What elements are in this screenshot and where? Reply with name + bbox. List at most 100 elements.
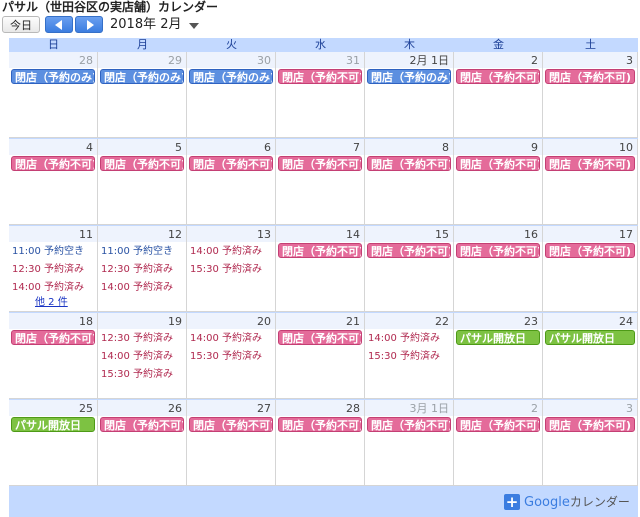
day-cell[interactable]: 3月 1日 閉店（予約不可) bbox=[365, 400, 454, 486]
event-chip[interactable]: パサル開放日 bbox=[545, 330, 635, 345]
day-cell[interactable]: 13 14:00 予約済み 15:30 予約済み bbox=[187, 226, 276, 312]
event-chip[interactable]: 閉店（予約のみ) bbox=[11, 69, 95, 84]
event-chip[interactable]: 閉店（予約不可) bbox=[278, 330, 362, 345]
more-events-link[interactable]: 他 2 件 bbox=[35, 296, 68, 309]
add-to-google-calendar[interactable]: + Googleカレンダー bbox=[504, 493, 632, 511]
day-number: 25 bbox=[79, 402, 93, 415]
event-title: 予約空き bbox=[133, 246, 174, 257]
prev-month-button[interactable] bbox=[45, 16, 73, 33]
day-cell[interactable]: 8 閉店（予約不可) bbox=[365, 139, 454, 225]
event-chip[interactable]: 閉店（予約不可) bbox=[367, 243, 451, 258]
day-cell[interactable]: 26 閉店（予約不可) bbox=[98, 400, 187, 486]
day-cell[interactable]: 29 閉店（予約のみ) bbox=[98, 52, 187, 138]
event-chip[interactable]: 閉店（予約不可) bbox=[11, 156, 95, 171]
event-chip[interactable]: 閉店（予約不可) bbox=[456, 69, 540, 84]
event-title: 予約済み bbox=[44, 282, 85, 293]
day-cell[interactable]: 5 閉店（予約不可) bbox=[98, 139, 187, 225]
event-chip[interactable]: 閉店（予約不可) bbox=[189, 156, 273, 171]
timed-event[interactable]: 12:30 予約済み bbox=[101, 332, 184, 345]
timed-event[interactable]: 11:00 予約空き bbox=[12, 245, 95, 258]
timed-event[interactable]: 14:00 予約済み bbox=[190, 332, 273, 345]
day-header-bar bbox=[454, 139, 542, 155]
day-number: 15 bbox=[435, 228, 449, 241]
day-cell[interactable]: 9 閉店（予約不可) bbox=[454, 139, 543, 225]
day-cell[interactable]: 6 閉店（予約不可) bbox=[187, 139, 276, 225]
day-cell[interactable]: 17 閉店（予約不可) bbox=[543, 226, 638, 312]
day-cell[interactable]: 18 閉店（予約不可) bbox=[9, 313, 98, 399]
event-chip[interactable]: 閉店（予約不可) bbox=[367, 417, 451, 432]
timed-event[interactable]: 15:30 予約済み bbox=[190, 350, 273, 363]
day-cell[interactable]: 27 閉店（予約不可) bbox=[187, 400, 276, 486]
day-number: 26 bbox=[168, 402, 182, 415]
event-time: 15:30 bbox=[190, 264, 219, 275]
timed-event[interactable]: 14:00 予約済み bbox=[368, 332, 451, 345]
event-chip[interactable]: 閉店（予約不可) bbox=[545, 69, 635, 84]
event-chip[interactable]: 閉店（予約不可) bbox=[278, 156, 362, 171]
timed-event[interactable]: 14:00 予約済み bbox=[190, 245, 273, 258]
event-chip[interactable]: 閉店（予約のみ) bbox=[100, 69, 184, 84]
timed-event[interactable]: 11:00 予約空き bbox=[101, 245, 184, 258]
timed-event[interactable]: 12:30 予約済み bbox=[101, 263, 184, 276]
timed-event[interactable]: 14:00 予約済み bbox=[12, 281, 95, 294]
day-cell[interactable]: 2 閉店（予約不可) bbox=[454, 400, 543, 486]
day-cell[interactable]: 15 閉店（予約不可) bbox=[365, 226, 454, 312]
event-chip[interactable]: 閉店（予約のみ) bbox=[367, 69, 451, 84]
event-chip[interactable]: 閉店（予約不可) bbox=[100, 417, 184, 432]
today-button[interactable]: 今日 bbox=[2, 16, 40, 33]
timed-event[interactable]: 12:30 予約済み bbox=[12, 263, 95, 276]
event-chip[interactable]: 閉店（予約不可) bbox=[545, 156, 635, 171]
event-chip[interactable]: 閉店（予約不可) bbox=[456, 243, 540, 258]
week-row: 4 閉店（予約不可) 5 閉店（予約不可) 6 閉店（予約不可) 7 閉店（予約不可) 8 閉店（… bbox=[9, 139, 638, 225]
google-calendar-logo: Googleカレンダー bbox=[524, 494, 630, 511]
day-cell[interactable]: 20 14:00 予約済み 15:30 予約済み bbox=[187, 313, 276, 399]
day-cell[interactable]: 3 閉店（予約不可) bbox=[543, 52, 638, 138]
event-chip[interactable]: 閉店（予約のみ) bbox=[189, 69, 273, 84]
day-header-bar bbox=[454, 400, 542, 416]
day-cell[interactable]: 2 閉店（予約不可) bbox=[454, 52, 543, 138]
timed-event[interactable]: 14:00 予約済み bbox=[101, 281, 184, 294]
weekday-1: 月 bbox=[137, 38, 148, 51]
timed-event[interactable]: 15:30 予約済み bbox=[368, 350, 451, 363]
event-chip[interactable]: 閉店（予約不可) bbox=[278, 243, 362, 258]
day-cell[interactable]: 11 11:00 予約空き 12:30 予約済み 14:00 予約済み他 2 件 bbox=[9, 226, 98, 312]
event-time: 14:00 bbox=[368, 333, 397, 344]
day-header-bar bbox=[543, 400, 637, 416]
day-cell[interactable]: 21 閉店（予約不可) bbox=[276, 313, 365, 399]
event-chip[interactable]: 閉店（予約不可) bbox=[456, 156, 540, 171]
day-cell[interactable]: 16 閉店（予約不可) bbox=[454, 226, 543, 312]
event-chip[interactable]: 閉店（予約不可) bbox=[189, 417, 273, 432]
event-chip[interactable]: 閉店（予約不可) bbox=[278, 417, 362, 432]
day-cell[interactable]: 22 14:00 予約済み 15:30 予約済み bbox=[365, 313, 454, 399]
timed-event[interactable]: 15:30 予約済み bbox=[101, 368, 184, 381]
day-cell[interactable]: 23 パサル開放日 bbox=[454, 313, 543, 399]
event-chip[interactable]: 閉店（予約不可) bbox=[100, 156, 184, 171]
day-cell[interactable]: 30 閉店（予約のみ) bbox=[187, 52, 276, 138]
event-chip[interactable]: 閉店（予約不可) bbox=[278, 69, 362, 84]
day-header-bar bbox=[276, 139, 364, 155]
day-cell[interactable]: 25 パサル開放日 bbox=[9, 400, 98, 486]
day-cell[interactable]: 2月 1日 閉店（予約のみ) bbox=[365, 52, 454, 138]
day-cell[interactable]: 10 閉店（予約不可) bbox=[543, 139, 638, 225]
event-chip[interactable]: 閉店（予約不可) bbox=[367, 156, 451, 171]
month-dropdown-icon[interactable] bbox=[189, 23, 199, 29]
event-chip[interactable]: パサル開放日 bbox=[456, 330, 540, 345]
day-cell[interactable]: 12 11:00 予約空き 12:30 予約済み 14:00 予約済み bbox=[98, 226, 187, 312]
event-chip[interactable]: 閉店（予約不可) bbox=[456, 417, 540, 432]
event-chip[interactable]: 閉店（予約不可) bbox=[545, 417, 635, 432]
day-number: 12 bbox=[168, 228, 182, 241]
day-cell[interactable]: 14 閉店（予約不可) bbox=[276, 226, 365, 312]
day-cell[interactable]: 7 閉店（予約不可) bbox=[276, 139, 365, 225]
next-month-button[interactable] bbox=[75, 16, 103, 33]
event-chip[interactable]: 閉店（予約不可) bbox=[11, 330, 95, 345]
day-cell[interactable]: 4 閉店（予約不可) bbox=[9, 139, 98, 225]
day-cell[interactable]: 28 閉店（予約のみ) bbox=[9, 52, 98, 138]
day-cell[interactable]: 3 閉店（予約不可) bbox=[543, 400, 638, 486]
event-chip[interactable]: 閉店（予約不可) bbox=[545, 243, 635, 258]
timed-event[interactable]: 14:00 予約済み bbox=[101, 350, 184, 363]
day-cell[interactable]: 24 パサル開放日 bbox=[543, 313, 638, 399]
day-cell[interactable]: 31 閉店（予約不可) bbox=[276, 52, 365, 138]
day-cell[interactable]: 19 12:30 予約済み 14:00 予約済み 15:30 予約済み bbox=[98, 313, 187, 399]
event-chip[interactable]: パサル開放日 bbox=[11, 417, 95, 432]
timed-event[interactable]: 15:30 予約済み bbox=[190, 263, 273, 276]
day-cell[interactable]: 28 閉店（予約不可) bbox=[276, 400, 365, 486]
